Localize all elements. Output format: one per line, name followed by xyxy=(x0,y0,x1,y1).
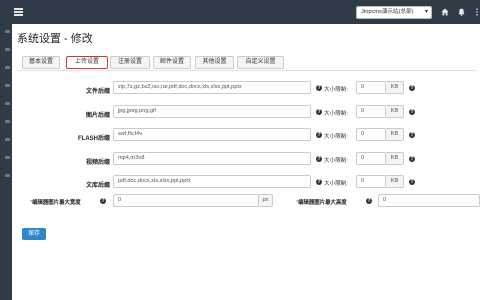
image-ext-input[interactable]: jpg,jpeg,png,gif xyxy=(113,105,311,118)
video-ext-input[interactable]: mp4,m3u8 xyxy=(113,152,311,165)
editor-image-width-text: 编辑器图片最大宽度 xyxy=(32,200,81,206)
unit-px: px xyxy=(259,194,273,207)
sidebar-item[interactable] xyxy=(5,120,10,123)
flash-ext-input[interactable]: swf,flv,f4v xyxy=(113,128,311,141)
help-icon[interactable]: ? xyxy=(316,132,322,138)
help-icon[interactable]: ? xyxy=(316,156,322,162)
flash-size-input[interactable]: 0 xyxy=(356,128,386,141)
tab-register-settings[interactable]: 注册设置 xyxy=(110,56,150,69)
sidebar-item[interactable] xyxy=(5,156,10,159)
editor-image-height-label: *编辑器图片最大高度 xyxy=(296,198,347,206)
help-icon[interactable]: ? xyxy=(316,179,322,185)
unit-kb: KB xyxy=(386,152,404,165)
help-icon[interactable]: ? xyxy=(409,179,415,185)
size-limit-label: 大小限制: xyxy=(324,87,348,93)
doc-ext-input[interactable]: pdf,doc,docx,xls,xlsx,ppt,pptx xyxy=(113,175,311,188)
sidebar-item[interactable] xyxy=(5,66,10,69)
doc-size-input[interactable]: 0 xyxy=(356,175,386,188)
tab-label: 其他设置 xyxy=(202,59,227,65)
tab-upload-settings[interactable]: 上传设置 xyxy=(66,56,108,69)
help-icon[interactable]: ? xyxy=(366,198,372,204)
editor-image-height-text: 编辑器图片最大高度 xyxy=(298,200,347,206)
help-icon[interactable]: ? xyxy=(409,109,415,115)
chevron-down-icon: ▾ xyxy=(424,9,428,15)
sidebar-item[interactable] xyxy=(5,84,10,87)
unit-kb: KB xyxy=(386,105,404,118)
sidebar-item[interactable] xyxy=(5,102,10,105)
help-icon[interactable]: ? xyxy=(316,85,322,91)
help-icon[interactable]: ? xyxy=(409,85,415,91)
sidebar-item[interactable] xyxy=(5,138,10,141)
sidebar-item[interactable] xyxy=(5,174,10,177)
doc-ext-label: 文库后缀 xyxy=(85,183,110,189)
editor-image-width-label: *编辑器图片最大宽度 xyxy=(30,198,81,206)
video-size-input[interactable]: 0 xyxy=(356,152,386,165)
size-limit-label: 大小限制: xyxy=(324,158,348,164)
tab-custom-settings[interactable]: 自定义设置 xyxy=(237,56,284,69)
tab-other-settings[interactable]: 其他设置 xyxy=(195,56,234,69)
image-ext-label: 图片后缀 xyxy=(85,113,110,119)
size-limit-label: 大小限制: xyxy=(324,181,348,187)
tab-label: 基本设置 xyxy=(28,59,53,65)
tab-label: 上传设置 xyxy=(74,59,99,65)
image-size-input[interactable]: 0 xyxy=(356,105,386,118)
sidebar-item[interactable] xyxy=(5,30,10,33)
menu-icon[interactable] xyxy=(14,8,23,16)
help-icon[interactable]: ? xyxy=(316,109,322,115)
home-icon[interactable] xyxy=(441,8,449,16)
file-ext-label: 文件后缀 xyxy=(85,89,110,95)
editor-image-height-input[interactable]: 0 xyxy=(378,194,480,207)
more-vertical-icon[interactable] xyxy=(474,8,480,16)
video-ext-label: 视频后缀 xyxy=(85,160,110,166)
help-icon[interactable]: ? xyxy=(409,156,415,162)
help-icon[interactable]: ? xyxy=(409,132,415,138)
size-limit-label: 大小限制: xyxy=(324,111,348,117)
tab-basic-settings[interactable]: 基本设置 xyxy=(22,56,60,69)
unit-kb: KB xyxy=(386,128,404,141)
tab-label: 邮件设置 xyxy=(159,59,184,65)
sidebar xyxy=(0,0,12,300)
site-selector-value: Jtopcms演示站(总部) xyxy=(361,9,414,15)
top-navbar: Jtopcms演示站(总部) ▾ xyxy=(0,0,480,24)
tab-mail-settings[interactable]: 邮件设置 xyxy=(153,56,191,69)
page-title: 系统设置 - 修改 xyxy=(17,33,93,45)
file-ext-input[interactable]: zip,7z,gz,bz2,iso,rar,pdf,doc,docx,xls,x… xyxy=(113,81,311,94)
save-button[interactable]: 保存 xyxy=(22,228,46,240)
editor-image-width-input[interactable]: 0 xyxy=(113,194,259,207)
unit-kb: KB xyxy=(386,81,404,94)
file-size-input[interactable]: 0 xyxy=(356,81,386,94)
unit-kb: KB xyxy=(386,175,404,188)
flash-ext-label: FLASH后缀 xyxy=(78,136,110,142)
site-selector[interactable]: Jtopcms演示站(总部) ▾ xyxy=(356,6,432,19)
sidebar-item[interactable] xyxy=(5,48,10,51)
size-limit-label: 大小限制: xyxy=(324,134,348,140)
tab-label: 自定义设置 xyxy=(245,59,276,65)
tab-label: 注册设置 xyxy=(117,59,142,65)
help-icon[interactable]: ? xyxy=(100,198,106,204)
bell-icon[interactable] xyxy=(458,8,465,16)
